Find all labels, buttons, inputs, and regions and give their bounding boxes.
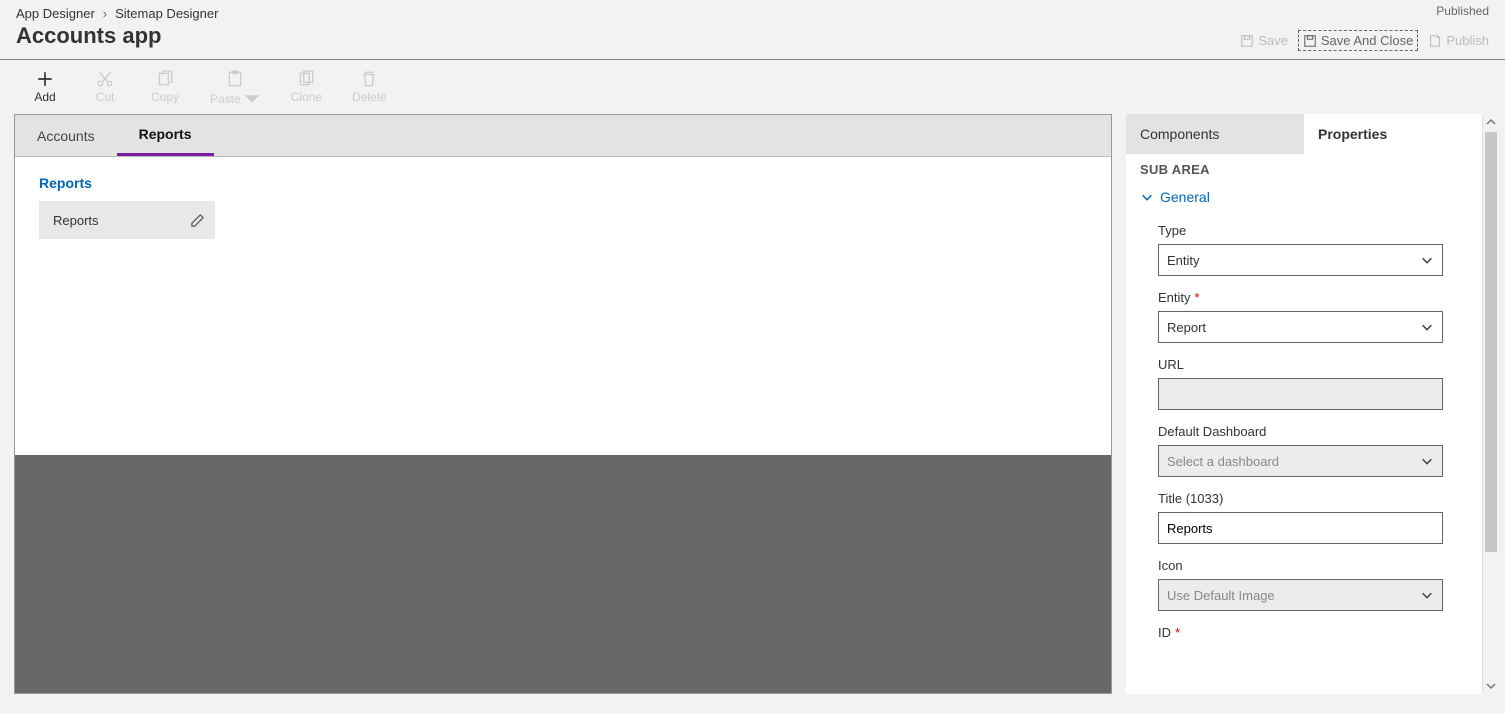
- save-icon: [1240, 34, 1254, 48]
- cut-button: Cut: [90, 70, 120, 108]
- field-dashboard: Default Dashboard Select a dashboard: [1158, 424, 1468, 477]
- delete-label: Delete: [352, 90, 387, 104]
- entity-select[interactable]: Report: [1158, 311, 1443, 343]
- title-text[interactable]: [1167, 521, 1434, 536]
- scissors-icon: [96, 70, 114, 88]
- tab-properties[interactable]: Properties: [1304, 114, 1482, 154]
- type-value: Entity: [1167, 253, 1200, 268]
- canvas-body[interactable]: Reports Reports: [15, 157, 1111, 455]
- chevron-up-icon: [1486, 117, 1496, 127]
- type-select[interactable]: Entity: [1158, 244, 1443, 276]
- add-button[interactable]: Add: [30, 70, 60, 108]
- plus-icon: [36, 70, 54, 88]
- publish-status: Published: [1436, 4, 1489, 18]
- scroll-up-button[interactable]: [1483, 114, 1499, 130]
- chevron-down-icon: [1420, 320, 1434, 334]
- clone-icon: [297, 70, 315, 88]
- pencil-icon[interactable]: [190, 213, 205, 228]
- url-input: [1158, 378, 1443, 410]
- chevron-right-icon: ›: [103, 6, 107, 21]
- dashboard-select[interactable]: Select a dashboard: [1158, 445, 1443, 477]
- clone-label: Clone: [291, 90, 322, 104]
- scroll-down-button[interactable]: [1483, 678, 1499, 694]
- group-title[interactable]: Reports: [39, 175, 1087, 191]
- icon-label: Icon: [1158, 558, 1183, 573]
- field-title: Title (1033): [1158, 491, 1468, 544]
- required-asterisk: *: [1175, 625, 1180, 640]
- chevron-down-icon: [243, 90, 261, 108]
- cut-label: Cut: [96, 90, 115, 104]
- dashboard-label: Default Dashboard: [1158, 424, 1266, 439]
- save-close-label: Save And Close: [1321, 33, 1414, 48]
- chevron-down-icon: [1140, 190, 1154, 204]
- side-panel: Components Properties SUB AREA General T…: [1126, 114, 1482, 694]
- field-entity: Entity * Report: [1158, 290, 1468, 343]
- sitemap-canvas: Accounts Reports Reports Reports: [14, 114, 1112, 694]
- publish-button: Publish: [1428, 33, 1489, 48]
- publish-label: Publish: [1446, 33, 1489, 48]
- scrollbar[interactable]: [1482, 114, 1498, 694]
- field-id: ID *: [1158, 625, 1468, 640]
- title-input[interactable]: [1158, 512, 1443, 544]
- tab-accounts[interactable]: Accounts: [15, 115, 117, 156]
- paste-label: Paste: [210, 92, 241, 106]
- url-text: [1167, 387, 1434, 402]
- subarea-item-reports[interactable]: Reports: [39, 201, 215, 239]
- save-button: Save: [1240, 33, 1288, 48]
- add-label: Add: [34, 90, 55, 104]
- icon-select[interactable]: Use Default Image: [1158, 579, 1443, 611]
- general-section-toggle[interactable]: General: [1140, 189, 1468, 215]
- tab-reports[interactable]: Reports: [117, 115, 214, 156]
- entity-label: Entity: [1158, 290, 1191, 305]
- area-tabs: Accounts Reports: [15, 115, 1111, 157]
- main: Accounts Reports Reports Reports Compone…: [0, 114, 1505, 694]
- save-label: Save: [1258, 33, 1288, 48]
- side-tabs: Components Properties: [1126, 114, 1482, 154]
- general-label: General: [1160, 189, 1210, 205]
- delete-button: Delete: [352, 70, 387, 108]
- type-label: Type: [1158, 223, 1186, 238]
- icon-value: Use Default Image: [1167, 588, 1275, 603]
- field-url: URL: [1158, 357, 1468, 410]
- subarea-item-label: Reports: [53, 213, 99, 228]
- publish-icon: [1428, 34, 1442, 48]
- header-actions: Save Save And Close Publish: [1240, 30, 1489, 51]
- field-type: Type Entity: [1158, 223, 1468, 276]
- toolbar: Add Cut Copy Paste Clone Delete: [0, 60, 1505, 114]
- required-asterisk: *: [1195, 290, 1200, 305]
- chevron-down-icon: [1420, 588, 1434, 602]
- id-label: ID: [1158, 625, 1171, 640]
- chevron-down-icon: [1420, 454, 1434, 468]
- dashboard-placeholder: Select a dashboard: [1167, 454, 1279, 469]
- copy-button: Copy: [150, 70, 180, 108]
- breadcrumb-current: Sitemap Designer: [115, 6, 218, 21]
- breadcrumb: App Designer › Sitemap Designer: [16, 6, 1489, 21]
- paste-button: Paste: [210, 70, 261, 108]
- clone-button: Clone: [291, 70, 322, 108]
- save-and-close-button[interactable]: Save And Close: [1298, 30, 1419, 51]
- trash-icon: [360, 70, 378, 88]
- copy-label: Copy: [151, 90, 179, 104]
- header: App Designer › Sitemap Designer Accounts…: [0, 0, 1505, 60]
- title-label: Title (1033): [1158, 491, 1223, 506]
- chevron-down-icon: [1420, 253, 1434, 267]
- properties-body: SUB AREA General Type Entity Entity * Rep…: [1126, 154, 1482, 694]
- entity-value: Report: [1167, 320, 1206, 335]
- copy-icon: [156, 70, 174, 88]
- field-icon: Icon Use Default Image: [1158, 558, 1468, 611]
- side-panel-wrapper: Components Properties SUB AREA General T…: [1126, 114, 1505, 694]
- scrollbar-thumb[interactable]: [1485, 132, 1497, 552]
- breadcrumb-root[interactable]: App Designer: [16, 6, 95, 21]
- chevron-down-icon: [1486, 681, 1496, 691]
- section-label: SUB AREA: [1140, 154, 1468, 189]
- save-close-icon: [1303, 34, 1317, 48]
- tab-components[interactable]: Components: [1126, 114, 1304, 154]
- url-label: URL: [1158, 357, 1184, 372]
- clipboard-icon: [226, 70, 244, 88]
